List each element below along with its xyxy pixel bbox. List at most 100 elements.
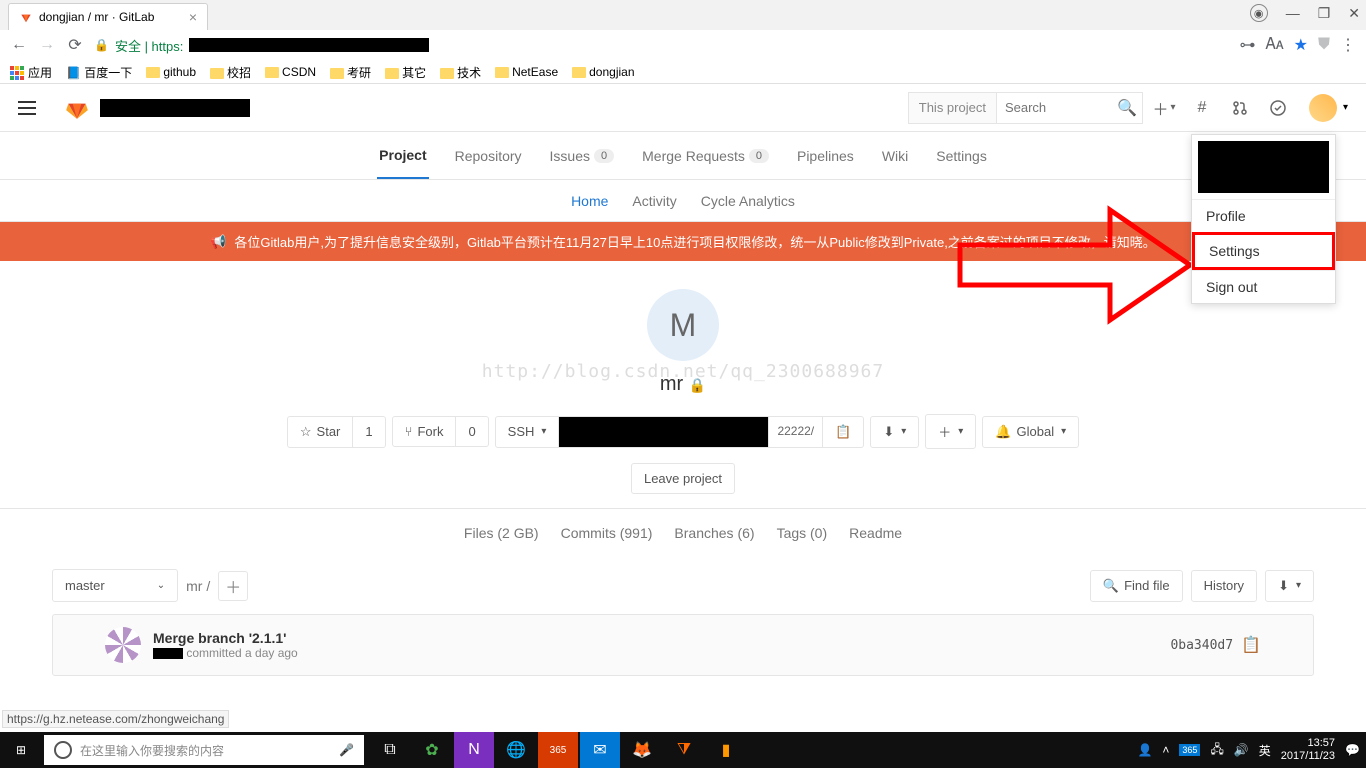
search-input[interactable] (997, 93, 1112, 123)
taskbar-sublime[interactable]: ▮ (706, 732, 746, 768)
find-file-button[interactable]: 🔍 Find file (1090, 570, 1183, 602)
translate-icon[interactable]: 🗛 (1266, 36, 1284, 54)
chrome-menu-icon[interactable]: ⋮ (1340, 35, 1356, 55)
new-dropdown-icon[interactable]: ＋▾ (1147, 91, 1181, 125)
back-icon[interactable]: ← (10, 36, 28, 54)
stat-branches[interactable]: Branches (6) (674, 525, 754, 541)
address-bar[interactable]: 🔒 安全 | https: (94, 36, 1230, 55)
branch-selector[interactable]: master⌄ (52, 569, 178, 602)
hamburger-icon[interactable] (18, 101, 36, 115)
tab-wiki[interactable]: Wiki (880, 134, 910, 178)
window-close-icon[interactable]: ✕ (1348, 5, 1360, 22)
start-button[interactable]: ⊞ (0, 732, 42, 768)
cortana-placeholder: 在这里输入你要搜索的内容 (80, 742, 224, 759)
url-redacted (189, 38, 429, 52)
bookmark-dongjian[interactable]: dongjian (572, 65, 634, 79)
search-icon[interactable]: 🔍 (1112, 93, 1142, 123)
chrome-profile-icon[interactable]: ◉ (1250, 4, 1268, 22)
project-stats: Files (2 GB) Commits (991) Branches (6) … (0, 508, 1366, 557)
tab-close-icon[interactable]: × (189, 9, 197, 25)
fork-count[interactable]: 0 (456, 416, 488, 447)
taskbar-calendar[interactable]: 365 (538, 732, 578, 768)
taskbar-firefox[interactable]: 🦊 (622, 732, 662, 768)
taskbar-outlook[interactable]: ✉ (580, 732, 620, 768)
subtab-cycle[interactable]: Cycle Analytics (701, 193, 795, 209)
taskbar-onenote[interactable]: N (454, 732, 494, 768)
issues-icon[interactable]: # (1185, 91, 1219, 125)
tray-365-icon[interactable]: 365 (1179, 744, 1200, 756)
adblock-icon[interactable]: ⛊ (1318, 36, 1330, 54)
bookmark-star-icon[interactable]: ★ (1294, 35, 1308, 55)
commit-sha[interactable]: 0ba340d7 (1170, 638, 1233, 653)
history-button[interactable]: History (1191, 570, 1257, 602)
bookmark-github[interactable]: github (146, 65, 196, 79)
fork-button[interactable]: ⑂ Fork (392, 416, 457, 447)
bookmark-baidu[interactable]: 📘 百度一下 (66, 64, 132, 81)
bookmark-tech[interactable]: 技术 (440, 64, 481, 81)
tab-project[interactable]: Project (377, 133, 428, 179)
stat-readme[interactable]: Readme (849, 525, 902, 541)
gitlab-logo-icon[interactable] (64, 95, 90, 121)
bookmark-netease[interactable]: NetEase (495, 65, 558, 79)
taskbar-app-1[interactable]: ✿ (412, 732, 452, 768)
cortana-search[interactable]: 在这里输入你要搜索的内容 🎤 (44, 735, 364, 765)
tray-people-icon[interactable]: 👤 (1137, 743, 1152, 757)
tray-clock[interactable]: 13:57 2017/11/23 (1281, 737, 1335, 763)
taskbar-chrome[interactable]: 🌐 (496, 732, 536, 768)
url-prefix: 安全 | https: (115, 36, 183, 55)
task-view-icon[interactable]: ⧉ (370, 732, 410, 768)
copy-sha-icon[interactable]: 📋 (1241, 635, 1261, 655)
forward-icon[interactable]: → (38, 36, 56, 54)
ssh-dropdown[interactable]: SSH ▾ (495, 416, 560, 448)
menu-settings[interactable]: Settings (1192, 232, 1335, 270)
menu-signout[interactable]: Sign out (1192, 271, 1335, 303)
tray-volume-icon[interactable]: 🔊 (1234, 743, 1249, 757)
tab-repository[interactable]: Repository (453, 134, 524, 178)
reload-icon[interactable]: ⟳ (66, 36, 84, 54)
download-dropdown[interactable]: ⬇ ▾ (870, 416, 919, 448)
window-maximize-icon[interactable]: ❐ (1318, 5, 1331, 22)
bookmark-other[interactable]: 其它 (385, 64, 426, 81)
stat-commits[interactable]: Commits (991) (561, 525, 653, 541)
notification-dropdown[interactable]: 🔔 Global ▾ (982, 416, 1079, 448)
user-avatar[interactable] (1309, 94, 1337, 122)
mic-icon[interactable]: 🎤 (339, 743, 354, 757)
project-nav: Project Repository Issues0 Merge Request… (0, 132, 1366, 180)
tray-network-icon[interactable]: 🖧 (1210, 740, 1223, 761)
todos-icon[interactable] (1261, 91, 1295, 125)
tab-pipelines[interactable]: Pipelines (795, 134, 856, 178)
add-file-button[interactable]: ＋ (218, 571, 248, 601)
browser-tab[interactable]: dongjian / mr · GitLab × (8, 3, 208, 30)
key-icon[interactable]: ⊶ (1240, 35, 1256, 55)
stat-tags[interactable]: Tags (0) (777, 525, 828, 541)
star-button[interactable]: ☆ Star (287, 416, 354, 448)
copy-url-button[interactable]: 📋 (823, 416, 864, 448)
user-caret-icon[interactable]: ▾ (1343, 102, 1348, 113)
taskbar-vscode[interactable]: ⧩ (664, 732, 704, 768)
bookmark-xiaozhao[interactable]: 校招 (210, 64, 251, 81)
subtab-activity[interactable]: Activity (632, 193, 676, 209)
star-count[interactable]: 1 (353, 416, 385, 448)
tray-notifications-icon[interactable]: 💬 (1345, 743, 1360, 757)
tray-ime[interactable]: 英 (1259, 742, 1271, 759)
tray-up-icon[interactable]: ˄ (1162, 743, 1169, 757)
leave-project-button[interactable]: Leave project (631, 463, 735, 494)
tab-issues[interactable]: Issues0 (548, 134, 617, 178)
commit-title[interactable]: Merge branch '2.1.1' (153, 630, 1170, 646)
plus-dropdown[interactable]: ＋ ▾ (925, 414, 976, 449)
window-minimize-icon[interactable]: — (1286, 5, 1300, 21)
breadcrumb[interactable]: mr / (186, 578, 210, 594)
merge-requests-icon[interactable] (1223, 91, 1257, 125)
menu-profile[interactable]: Profile (1192, 200, 1335, 232)
bookmark-csdn[interactable]: CSDN (265, 65, 316, 79)
search-scope[interactable]: This project (909, 93, 997, 123)
download-button[interactable]: ⬇ ▾ (1265, 570, 1314, 602)
stat-files[interactable]: Files (2 GB) (464, 525, 539, 541)
tab-merge-requests[interactable]: Merge Requests0 (640, 134, 771, 178)
apps-shortcut[interactable]: 应用 (10, 64, 52, 81)
clone-url-input[interactable] (559, 416, 769, 448)
subtab-home[interactable]: Home (571, 193, 608, 209)
tab-settings[interactable]: Settings (934, 134, 989, 178)
user-menu-header (1198, 141, 1329, 193)
bookmark-kaoyan[interactable]: 考研 (330, 64, 371, 81)
